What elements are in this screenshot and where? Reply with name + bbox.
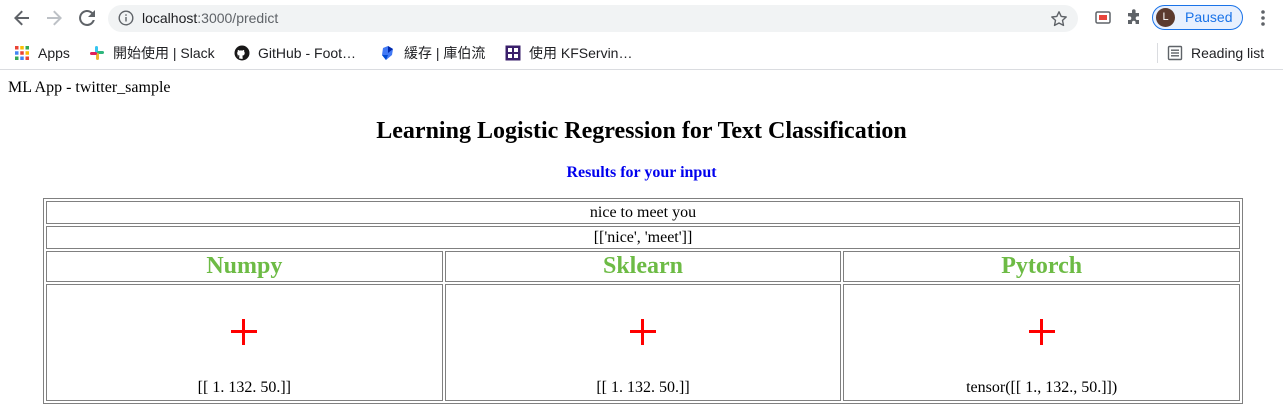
input-text-cell: nice to meet you	[46, 201, 1240, 224]
bookmarks-bar: Apps 開始使用 | Slack GitHub - Foot… 緩存 | 庫伯…	[0, 36, 1283, 70]
plus-icon	[1028, 319, 1055, 345]
arrow-right-icon	[47, 10, 62, 26]
bookmark-label: 使用 KFServin…	[529, 45, 633, 61]
input-text-row: nice to meet you	[46, 201, 1240, 224]
avatar: L	[1156, 8, 1175, 27]
prediction-cell-numpy: [[ 1. 132. 50.]]	[46, 284, 443, 401]
bookmark-apps[interactable]: Apps	[14, 44, 70, 62]
plus-icon	[231, 319, 258, 345]
forward-button[interactable]	[42, 6, 66, 30]
extensions-puzzle-icon[interactable]	[1125, 9, 1143, 27]
bookmark-github[interactable]: GitHub - Foot…	[234, 44, 356, 62]
star-icon[interactable]	[1050, 10, 1068, 28]
kebab-menu-icon[interactable]	[1254, 8, 1272, 28]
cast-icon[interactable]	[1094, 9, 1112, 27]
reading-list-label: Reading list	[1191, 45, 1265, 61]
bookmark-kubeflow[interactable]: 緩存 | 庫伯流	[380, 44, 485, 62]
bookmark-slack[interactable]: 開始使用 | Slack	[89, 44, 215, 62]
results-heading: Results for your input	[566, 164, 717, 181]
slack-icon	[90, 46, 104, 60]
address-bar[interactable]: localhost:3000/predict	[108, 5, 1078, 32]
url-host: localhost	[142, 10, 198, 26]
model-header-pytorch: Pytorch	[843, 251, 1240, 282]
model-header-numpy: Numpy	[46, 251, 443, 282]
reload-button[interactable]	[75, 6, 99, 30]
reading-list-icon	[1167, 45, 1183, 61]
tokens-row: [['nice', 'meet']]	[46, 226, 1240, 249]
feature-vector: [[ 1. 132. 50.]]	[596, 379, 690, 396]
arrow-left-icon	[14, 10, 29, 26]
info-icon[interactable]	[118, 10, 134, 26]
github-icon	[234, 45, 250, 61]
bookmark-kfserving[interactable]: 使用 KFServin…	[505, 44, 632, 62]
tokens-cell: [['nice', 'meet']]	[46, 226, 1240, 249]
model-header-row: Numpy Sklearn Pytorch	[46, 251, 1240, 282]
kfserving-icon	[505, 45, 521, 61]
results-table: nice to meet you [['nice', 'meet']] Nump…	[43, 198, 1243, 404]
page-title: Learning Logistic Regression for Text Cl…	[376, 118, 907, 144]
browser-toolbar: localhost:3000/predict L Paused	[0, 0, 1283, 36]
feature-vector: tensor([[ 1., 132., 50.]])	[966, 379, 1118, 396]
prediction-cell-pytorch: tensor([[ 1., 132., 50.]])	[843, 284, 1240, 401]
feature-vector: [[ 1. 132. 50.]]	[197, 379, 291, 396]
app-label: ML App - twitter_sample	[8, 79, 171, 96]
prediction-row: [[ 1. 132. 50.]] [[ 1. 132. 50.]] tensor…	[46, 284, 1240, 401]
bookmark-label: GitHub - Foot…	[258, 45, 357, 61]
bookmark-label: 緩存 | 庫伯流	[404, 45, 486, 61]
kubeflow-icon	[382, 46, 393, 60]
plus-icon	[629, 319, 656, 345]
back-button[interactable]	[10, 6, 34, 30]
page-content: ML App - twitter_sample Learning Logisti…	[0, 71, 1283, 417]
url-text[interactable]: localhost:3000/predict	[142, 10, 278, 27]
reload-icon	[79, 9, 95, 26]
model-header-sklearn: Sklearn	[444, 251, 842, 282]
reading-list-button[interactable]: Reading list	[1167, 44, 1264, 62]
prediction-cell-sklearn: [[ 1. 132. 50.]]	[444, 284, 842, 401]
url-path: :3000/predict	[197, 10, 279, 26]
bookmark-label: 開始使用 | Slack	[113, 45, 215, 61]
apps-grid-icon	[15, 46, 29, 60]
bookmarks-divider	[1157, 43, 1158, 63]
profile-status-label: Paused	[1185, 9, 1233, 25]
bookmark-label: Apps	[38, 45, 70, 61]
profile-button[interactable]: L Paused	[1152, 5, 1243, 30]
